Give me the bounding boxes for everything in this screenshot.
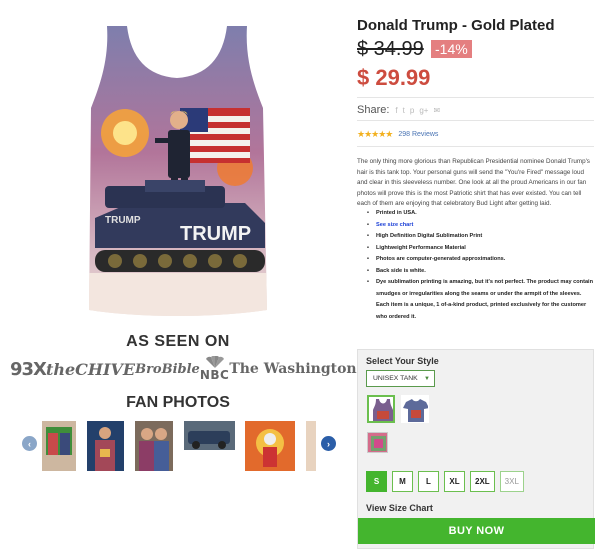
fan-photo-4[interactable] xyxy=(184,421,235,450)
feature-item: High Definition Digital Sublimation Prin… xyxy=(367,231,594,243)
tank-top-thumbnail xyxy=(373,399,393,421)
style-dropdown[interactable]: UNISEX TANK ▼ xyxy=(366,370,435,387)
view-size-chart-link[interactable]: View Size Chart xyxy=(366,503,433,513)
product-title: Donald Trump - Gold Plated xyxy=(357,17,555,34)
tank-side-text: TRUMP xyxy=(105,215,141,226)
twitter-icon[interactable]: t xyxy=(403,106,405,115)
fan-photo-6[interactable] xyxy=(306,421,316,471)
logo-nbc: NBC xyxy=(200,356,230,382)
product-gallery: TRUMP TRUMP AS SEEN ON 93X theCHIVE BroB… xyxy=(0,0,395,549)
feature-item: Lightweight Performance Material xyxy=(367,243,594,255)
rating: ★★★★★ 298 Reviews xyxy=(357,129,438,140)
email-icon[interactable]: ✉ xyxy=(433,106,440,115)
carousel-prev-arrow[interactable]: ‹ xyxy=(22,436,37,451)
divider xyxy=(357,146,594,147)
share-bar: Share: f t p g+ ✉ xyxy=(357,104,445,116)
fan-photo-3[interactable] xyxy=(135,421,173,471)
color-swatch[interactable] xyxy=(367,432,388,453)
fan-photo-2[interactable] xyxy=(87,421,124,471)
nbc-peacock-icon xyxy=(205,356,224,368)
size-s-button[interactable]: S xyxy=(366,471,387,492)
as-seen-on-heading: AS SEEN ON xyxy=(126,333,230,350)
select-style-label: Select Your Style xyxy=(366,356,439,366)
size-xl-button[interactable]: XL xyxy=(444,471,465,492)
variant-swatch-tank[interactable] xyxy=(367,395,395,423)
fan-photos-carousel: ‹ › xyxy=(20,418,342,476)
nbc-text: NBC xyxy=(199,368,230,382)
feature-item: Dye sublimation printing is amazing, but… xyxy=(367,277,594,323)
buy-now-button[interactable]: BUY NOW xyxy=(358,518,595,544)
logo-brobible: BroBible xyxy=(135,361,200,377)
facebook-icon[interactable]: f xyxy=(395,106,397,115)
reviews-link[interactable]: 298 Reviews xyxy=(398,131,438,138)
feature-item: Photos are computer-generated approximat… xyxy=(367,254,594,266)
discount-badge: -14% xyxy=(431,40,472,58)
size-m-button[interactable]: M xyxy=(392,471,413,492)
color-swatch-thumbnail xyxy=(368,433,387,452)
pinterest-icon[interactable]: p xyxy=(410,106,414,115)
press-logos: 93X theCHIVE BroBible NBC The Washington… xyxy=(10,353,395,385)
product-description: The only thing more glorious than Republ… xyxy=(357,158,590,208)
google-plus-icon[interactable]: g+ xyxy=(419,106,428,115)
product-image-tank-top[interactable]: TRUMP TRUMP xyxy=(85,18,270,318)
size-3xl-button[interactable]: 3XL xyxy=(499,471,524,492)
feature-list: Printed in USA. See size chart High Defi… xyxy=(367,208,594,323)
share-label: Share: xyxy=(357,104,390,116)
current-price: $ 29.99 xyxy=(357,65,431,90)
fan-photo-5[interactable] xyxy=(245,421,295,471)
tank-brand-text: TRUMP xyxy=(180,223,251,245)
logo-the-chive: theCHIVE xyxy=(45,359,136,379)
style-selector-panel: Select Your Style UNISEX TANK ▼ S M L XL… xyxy=(357,349,595,549)
divider xyxy=(357,120,594,121)
style-dropdown-value: UNISEX TANK xyxy=(373,375,418,382)
old-price: $ 34.99 xyxy=(357,38,424,60)
size-options: S M L XL 2XL 3XL xyxy=(366,471,529,492)
feature-item: See size chart xyxy=(367,220,594,232)
fan-photo-1[interactable] xyxy=(42,421,76,471)
carousel-next-arrow[interactable]: › xyxy=(321,436,336,451)
size-2xl-button[interactable]: 2XL xyxy=(470,471,495,492)
logo-93x: 93X xyxy=(10,358,47,380)
t-shirt-thumbnail xyxy=(403,399,428,422)
chevron-down-icon: ▼ xyxy=(424,375,430,382)
variant-swatch-tshirt[interactable] xyxy=(401,395,429,423)
star-rating-icon: ★★★★★ xyxy=(357,129,393,139)
fan-photos-heading: FAN PHOTOS xyxy=(126,394,230,411)
size-l-button[interactable]: L xyxy=(418,471,439,492)
feature-item: Back side is white. xyxy=(367,266,594,278)
feature-item: Printed in USA. xyxy=(367,208,594,220)
divider xyxy=(357,97,594,98)
size-chart-link[interactable]: See size chart xyxy=(376,222,413,228)
